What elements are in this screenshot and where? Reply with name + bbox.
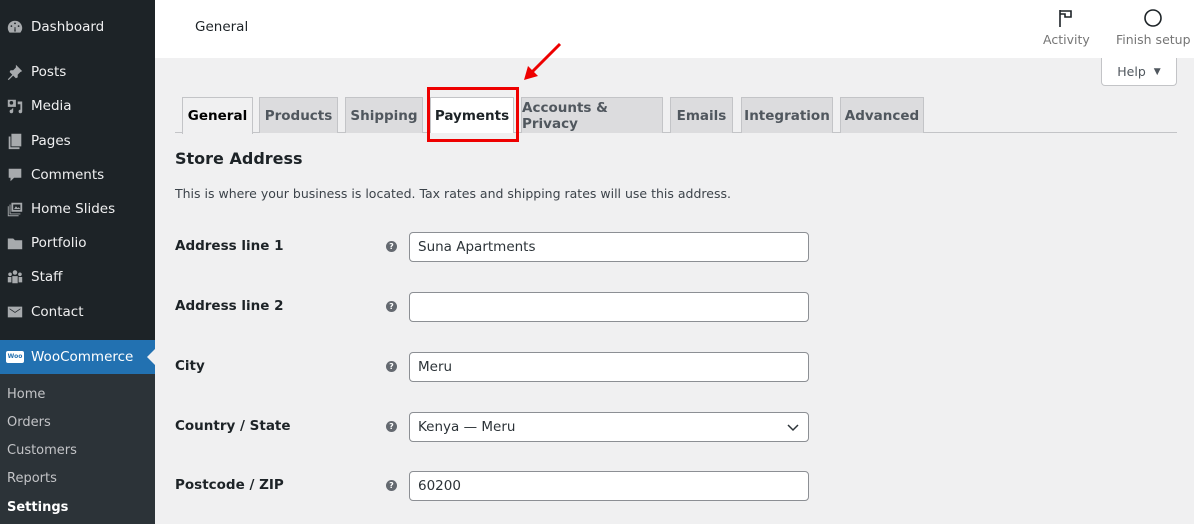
sidebar-item-pages[interactable]: Pages [0, 124, 155, 158]
woo-badge: Woo [5, 351, 25, 363]
woo-icon: Woo [4, 347, 26, 367]
sidebar-item-label: Pages [31, 133, 71, 149]
finish-setup-button[interactable]: Finish setup [1116, 8, 1191, 47]
field-label: Address line 2 [175, 298, 284, 314]
field-label: Country / State [175, 418, 291, 434]
field-address-line-1: Address line 1 ? [175, 232, 815, 262]
submenu-item-home[interactable]: Home [7, 385, 45, 405]
section-description: This is where your business is located. … [175, 186, 731, 201]
field-country-state: Country / State ? Kenya — Meru [175, 412, 815, 442]
help-tip-icon[interactable]: ? [386, 241, 397, 252]
active-menu-pointer [147, 349, 155, 365]
field-postcode: Postcode / ZIP ? [175, 471, 815, 501]
settings-tabs: General Products Shipping Payments Accou… [175, 97, 1177, 134]
sidebar-item-portfolio[interactable]: Portfolio [0, 226, 155, 260]
sidebar-item-label: Home Slides [31, 201, 116, 217]
sidebar-item-label: Comments [31, 167, 105, 183]
submenu-item-settings[interactable]: Settings [7, 498, 68, 518]
tab-integration[interactable]: Integration [741, 97, 833, 133]
submenu-item-orders[interactable]: Orders [7, 413, 51, 433]
submenu-item-customers[interactable]: Customers [7, 441, 77, 461]
caret-down-icon: ▼ [1153, 66, 1161, 77]
tab-shipping[interactable]: Shipping [345, 97, 423, 133]
postcode-input[interactable] [409, 471, 809, 501]
address-line-2-input[interactable] [409, 292, 809, 322]
finish-setup-label: Finish setup [1116, 32, 1191, 47]
address-line-1-input[interactable] [409, 232, 809, 262]
flag-icon [1059, 10, 1073, 27]
sidebar-item-label: Dashboard [31, 19, 105, 35]
field-label: Address line 1 [175, 238, 284, 254]
woocommerce-submenu: Home Orders Customers Reports Settings [0, 374, 155, 524]
tab-general[interactable]: General [182, 97, 253, 134]
help-tip-icon[interactable]: ? [386, 421, 397, 432]
annotation-highlight-box [427, 87, 519, 142]
tab-products[interactable]: Products [259, 97, 338, 133]
folder-icon [4, 233, 26, 253]
tab-advanced[interactable]: Advanced [840, 97, 924, 133]
admin-sidebar: Dashboard Posts Media Pages Comments Hom… [0, 0, 155, 524]
help-tip-icon[interactable]: ? [386, 361, 397, 372]
annotation-arrow-icon [524, 42, 562, 80]
help-label: Help [1117, 64, 1146, 79]
submenu-item-reports[interactable]: Reports [7, 469, 57, 489]
sidebar-item-posts[interactable]: Posts [0, 55, 155, 89]
field-label: City [175, 358, 205, 374]
page-title: General [195, 19, 249, 35]
country-state-select[interactable]: Kenya — Meru [409, 412, 809, 442]
pages-icon [4, 131, 26, 151]
activity-button[interactable]: Activity [1043, 8, 1090, 47]
field-label: Postcode / ZIP [175, 477, 284, 493]
pin-icon [4, 62, 26, 82]
sidebar-item-staff[interactable]: Staff [0, 260, 155, 294]
help-tip-icon[interactable]: ? [386, 301, 397, 312]
city-input[interactable] [409, 352, 809, 382]
help-button[interactable]: Help ▼ [1101, 58, 1177, 86]
sidebar-item-label: Portfolio [31, 235, 87, 251]
section-title: Store Address [175, 149, 303, 168]
sidebar-item-label: Contact [31, 304, 84, 320]
group-icon [4, 267, 26, 287]
sidebar-item-contact[interactable]: Contact [0, 295, 155, 329]
sidebar-item-label: Staff [31, 269, 63, 285]
sidebar-item-label: Media [31, 98, 72, 114]
comment-icon [4, 165, 26, 185]
tab-emails[interactable]: Emails [670, 97, 733, 133]
page-header: General Activity Finish setup [155, 0, 1194, 58]
sidebar-item-comments[interactable]: Comments [0, 158, 155, 192]
dashboard-icon [4, 17, 26, 37]
sidebar-item-media[interactable]: Media [0, 89, 155, 123]
activity-label: Activity [1043, 32, 1090, 47]
field-city: City ? [175, 352, 815, 382]
chevron-down-icon [787, 424, 799, 432]
sidebar-item-dashboard[interactable]: Dashboard [0, 10, 155, 44]
sidebar-item-label: WooCommerce [31, 349, 134, 365]
slides-icon [4, 199, 26, 219]
media-icon [4, 96, 26, 116]
sidebar-item-woocommerce[interactable]: Woo WooCommerce [0, 340, 155, 374]
sidebar-item-label: Posts [31, 64, 67, 80]
field-address-line-2: Address line 2 ? [175, 292, 815, 322]
mail-icon [4, 302, 26, 322]
tab-accounts-privacy[interactable]: Accounts & Privacy [521, 97, 663, 133]
selected-value: Kenya — Meru [418, 419, 516, 435]
circle-icon [1144, 9, 1163, 27]
sidebar-item-home-slides[interactable]: Home Slides [0, 192, 155, 226]
help-tip-icon[interactable]: ? [386, 480, 397, 491]
